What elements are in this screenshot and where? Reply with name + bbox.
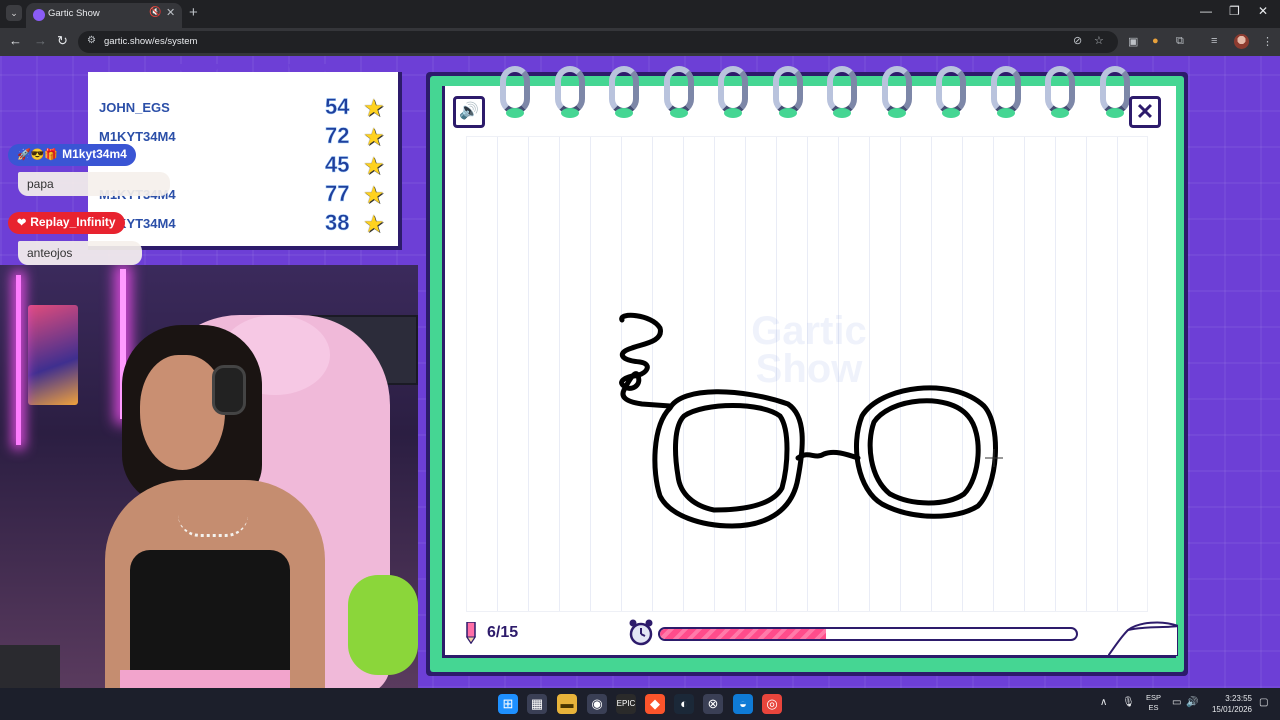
microphone-icon[interactable]: 🎙 bbox=[1122, 697, 1135, 708]
steam-icon[interactable]: ◐ bbox=[674, 694, 694, 714]
notifications-icon[interactable]: ▢ bbox=[1259, 697, 1268, 708]
tray-overflow-icon[interactable]: ∧ bbox=[1100, 697, 1107, 708]
obs-icon[interactable]: ◉ bbox=[587, 694, 607, 714]
timer-fill bbox=[660, 629, 827, 639]
brave-icon[interactable]: ◆ bbox=[645, 694, 665, 714]
file-explorer-icon[interactable]: ▬ bbox=[557, 694, 577, 714]
bookmark-star-icon[interactable]: ☆ bbox=[1094, 34, 1104, 47]
sound-toggle-button[interactable]: 🔊 bbox=[453, 96, 485, 128]
chrome-icon[interactable]: ◎ bbox=[762, 694, 782, 714]
tab-search-icon[interactable]: ⌄ bbox=[6, 5, 22, 21]
back-icon[interactable]: ← bbox=[9, 33, 22, 48]
camera-blocked-icon[interactable]: ⊘ bbox=[1073, 34, 1082, 47]
close-window-icon[interactable]: ✕ bbox=[1258, 4, 1268, 18]
url-text[interactable]: gartic.show/es/system bbox=[104, 36, 197, 47]
profile-avatar[interactable] bbox=[1234, 34, 1249, 49]
edge-icon[interactable]: ◒ bbox=[733, 694, 753, 714]
gartic-favicon-icon bbox=[33, 9, 45, 21]
close-game-button[interactable]: ✕ bbox=[1129, 96, 1161, 128]
screen: ⌄ Gartic Show 🔇 ✕ + — ❐ ✕ ← → ↻ ⚙ gartic… bbox=[0, 0, 1280, 720]
glasses-bridge bbox=[795, 449, 861, 461]
browser-toolbar: ← → ↻ ⚙ gartic.show/es/system ⊘ ☆ ▣ ● ⧉ … bbox=[0, 28, 1280, 56]
system-clock[interactable]: 3:23:55 15/01/2026 bbox=[1206, 693, 1252, 715]
game-area: Gartic Show 🔊 ✕ 6/15 bbox=[0, 56, 1280, 688]
pencil-icon bbox=[466, 622, 476, 644]
new-tab-button[interactable]: + bbox=[189, 4, 198, 21]
epic-games-icon[interactable]: EPIC bbox=[616, 694, 636, 714]
player-drawing bbox=[619, 312, 1003, 529]
extension-icon[interactable]: ▣ bbox=[1128, 35, 1138, 48]
page-curl[interactable] bbox=[1108, 616, 1178, 656]
network-icon[interactable]: ▭ bbox=[1172, 697, 1181, 708]
store-icon[interactable]: ▦ bbox=[527, 694, 547, 714]
tab-strip: ⌄ Gartic Show 🔇 ✕ + — ❐ ✕ bbox=[0, 0, 1280, 28]
language-primary: ESP bbox=[1146, 693, 1162, 702]
mute-tab-icon[interactable]: 🔇 bbox=[149, 7, 161, 18]
windows-taskbar: ⊞ ▦ ▬ ◉ EPIC ◆ ◐ ⊗ ◒ ◎ ∧ 🎙 ESP ES ▭ 🔊 3:… bbox=[0, 688, 1280, 720]
reload-icon[interactable]: ↻ bbox=[57, 33, 68, 49]
round-counter: 6/15 bbox=[487, 624, 519, 641]
browser-tab[interactable]: Gartic Show 🔇 ✕ bbox=[26, 3, 182, 28]
tab-title: Gartic Show bbox=[48, 8, 100, 19]
restore-icon[interactable]: ❐ bbox=[1229, 4, 1240, 18]
volume-icon[interactable]: 🔊 bbox=[1186, 697, 1198, 708]
minimize-icon[interactable]: — bbox=[1200, 4, 1212, 18]
xbox-icon[interactable]: ⊗ bbox=[703, 694, 723, 714]
extension-color-icon[interactable]: ● bbox=[1152, 35, 1159, 47]
language-indicator[interactable]: ESP ES bbox=[1146, 693, 1161, 713]
clock-date: 15/01/2026 bbox=[1211, 705, 1252, 714]
forward-icon[interactable]: → bbox=[34, 33, 47, 48]
drawing-squiggle bbox=[619, 312, 673, 409]
cursor-crosshair-icon bbox=[985, 449, 1003, 467]
alarm-clock-icon bbox=[629, 619, 653, 646]
glasses-lens-right-inner bbox=[867, 398, 981, 506]
address-bar[interactable]: ⚙ gartic.show/es/system ⊘ ☆ bbox=[78, 31, 1118, 53]
tab-search-list-icon[interactable]: ≡ bbox=[1211, 35, 1217, 47]
glasses-lens-right bbox=[854, 385, 998, 519]
extensions-puzzle-icon[interactable]: ⧉ bbox=[1176, 35, 1184, 48]
clock-time: 3:23:55 bbox=[1225, 694, 1252, 703]
close-tab-icon[interactable]: ✕ bbox=[166, 6, 175, 19]
language-secondary: ES bbox=[1148, 703, 1159, 712]
site-info-icon[interactable]: ⚙ bbox=[87, 35, 96, 46]
menu-kebab-icon[interactable]: ⋮ bbox=[1262, 35, 1273, 48]
timer-bar bbox=[658, 627, 1078, 641]
glasses-lens-left-inner bbox=[673, 403, 790, 513]
windows-start-icon[interactable]: ⊞ bbox=[498, 694, 518, 714]
